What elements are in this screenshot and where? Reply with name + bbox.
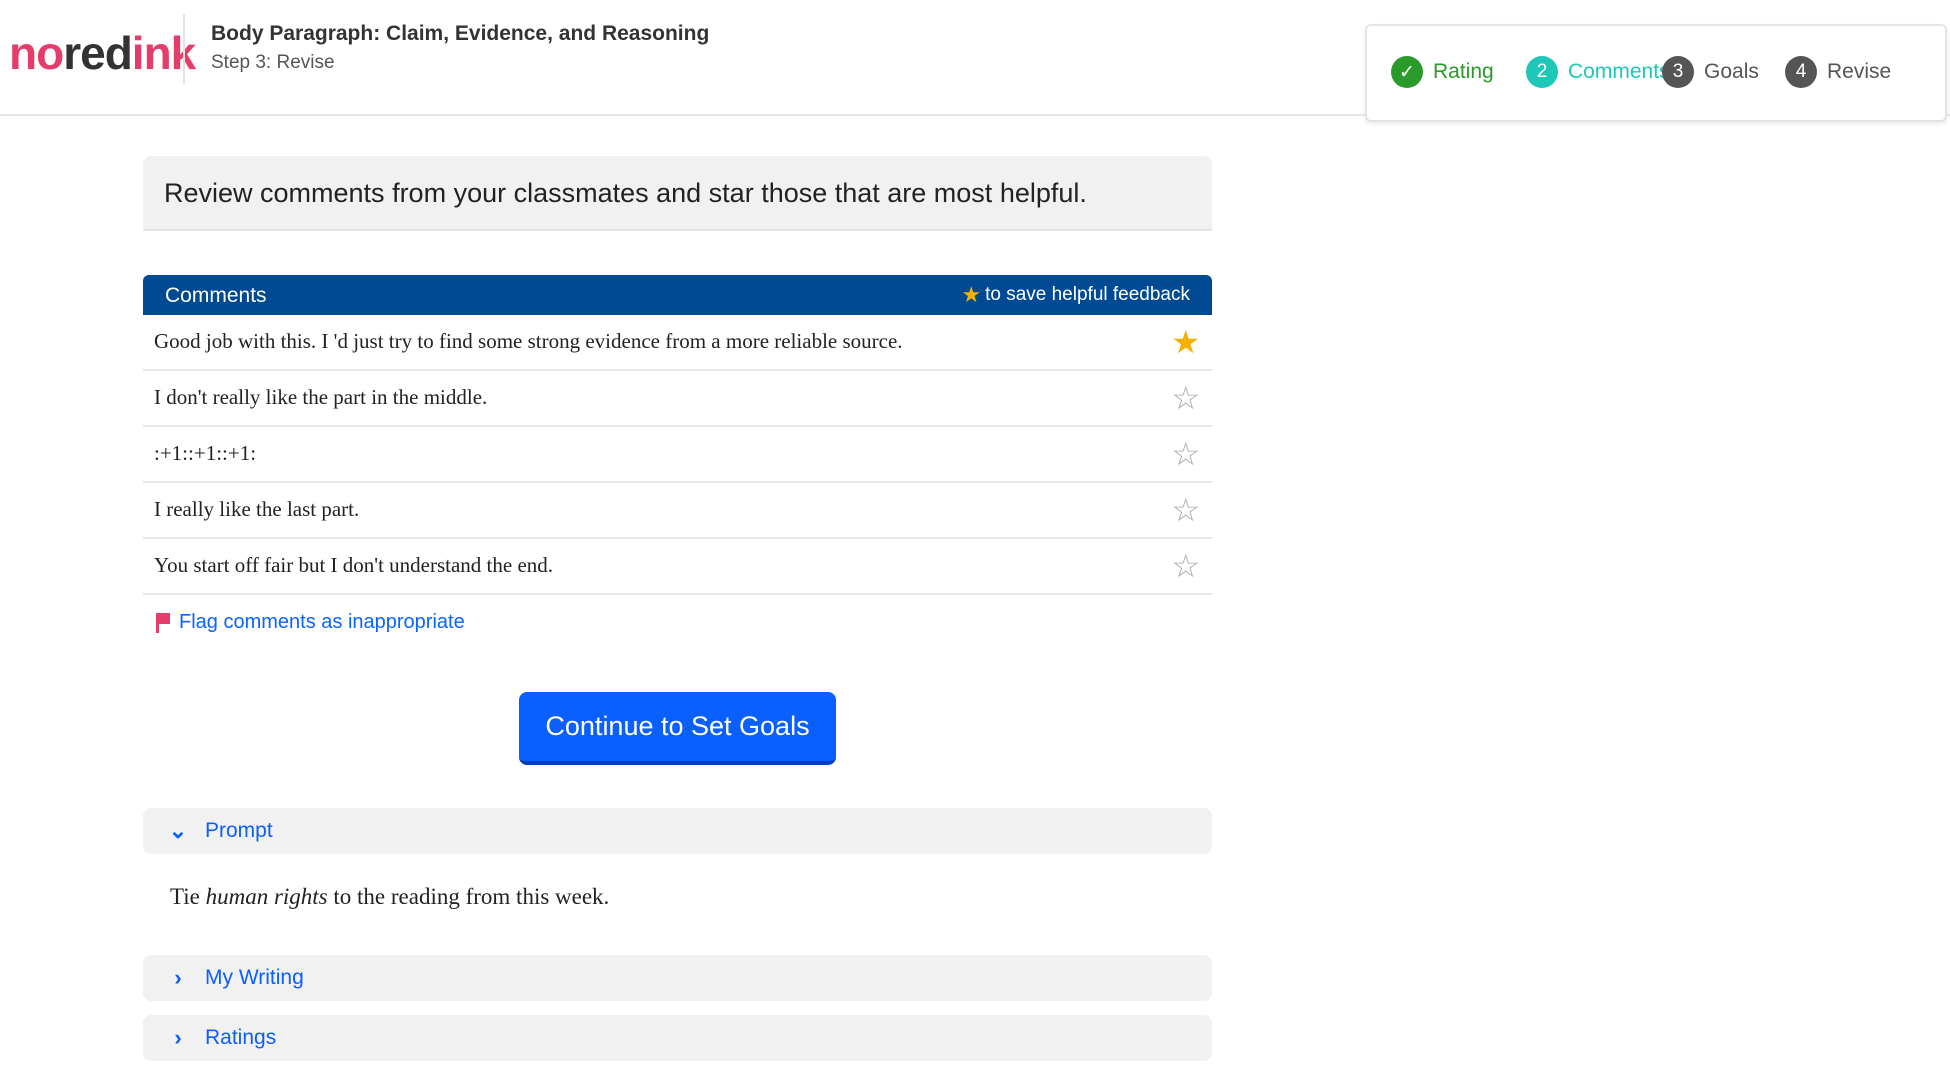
instruction-banner: Review comments from your classmates and… xyxy=(143,156,1212,231)
comment-row: I really like the last part. ☆ xyxy=(143,483,1212,539)
step-revise[interactable]: 4 Revise xyxy=(1785,56,1891,88)
step-number: 3 xyxy=(1662,56,1694,88)
accordion-label: My Writing xyxy=(205,966,304,989)
continue-button[interactable]: Continue to Set Goals xyxy=(519,692,836,765)
noredink-logo[interactable]: noredink xyxy=(9,26,196,80)
star-outline-icon[interactable]: ☆ xyxy=(1171,438,1200,470)
progress-stepper: ✓ Rating 2 Comments 3 Goals 4 Revise xyxy=(1365,24,1947,122)
prompt-accordion[interactable]: ⌄ Prompt xyxy=(143,808,1212,854)
header-divider xyxy=(183,14,185,84)
comment-row: :+1::+1::+1: ☆ xyxy=(143,427,1212,483)
step-label: Revise xyxy=(1827,60,1892,83)
step-subtitle: Step 3: Revise xyxy=(211,52,335,73)
ratings-accordion[interactable]: › Ratings xyxy=(143,1015,1212,1061)
accordion-label: Ratings xyxy=(205,1026,277,1049)
flag-comments-link[interactable]: Flag comments as inappropriate xyxy=(155,611,465,634)
chevron-right-icon: › xyxy=(174,965,182,990)
accordion-label: Prompt xyxy=(205,819,273,842)
step-number: 4 xyxy=(1785,56,1817,88)
step-goals[interactable]: 3 Goals xyxy=(1662,56,1759,88)
star-outline-icon[interactable]: ☆ xyxy=(1171,550,1200,582)
comment-text: Good job with this. I 'd just try to fin… xyxy=(154,329,903,353)
comment-text: :+1::+1::+1: xyxy=(154,441,257,465)
star-filled-icon: ★ xyxy=(961,282,982,307)
step-label: Comments xyxy=(1568,60,1670,83)
step-comments[interactable]: 2 Comments xyxy=(1526,56,1670,88)
star-hint: ★ to save helpful feedback xyxy=(961,284,1190,306)
chevron-right-icon: › xyxy=(174,1025,182,1050)
step-label: Goals xyxy=(1704,60,1759,83)
step-label: Rating xyxy=(1433,60,1494,83)
comment-text: I really like the last part. xyxy=(154,497,360,521)
comments-header: Comments ★ to save helpful feedback xyxy=(143,275,1212,315)
assignment-title: Body Paragraph: Claim, Evidence, and Rea… xyxy=(211,22,710,45)
my-writing-accordion[interactable]: › My Writing xyxy=(143,955,1212,1001)
comment-row: I don't really like the part in the midd… xyxy=(143,371,1212,427)
star-outline-icon[interactable]: ☆ xyxy=(1171,494,1200,526)
flag-icon xyxy=(155,612,171,633)
star-hint-text: to save helpful feedback xyxy=(985,284,1190,305)
comments-heading: Comments xyxy=(165,284,267,307)
comment-text: I don't really like the part in the midd… xyxy=(154,385,488,409)
flag-link-label: Flag comments as inappropriate xyxy=(179,611,465,633)
prompt-text: Tie human rights to the reading from thi… xyxy=(170,884,610,909)
star-outline-icon[interactable]: ☆ xyxy=(1171,382,1200,414)
comment-text: You start off fair but I don't understan… xyxy=(154,553,554,577)
chevron-down-icon: ⌄ xyxy=(168,818,188,843)
step-rating[interactable]: ✓ Rating xyxy=(1391,56,1494,88)
star-filled-icon[interactable]: ★ xyxy=(1171,326,1200,358)
check-icon: ✓ xyxy=(1391,56,1423,88)
comment-row: Good job with this. I 'd just try to fin… xyxy=(143,315,1212,371)
step-number: 2 xyxy=(1526,56,1558,88)
comment-row: You start off fair but I don't understan… xyxy=(143,539,1212,595)
